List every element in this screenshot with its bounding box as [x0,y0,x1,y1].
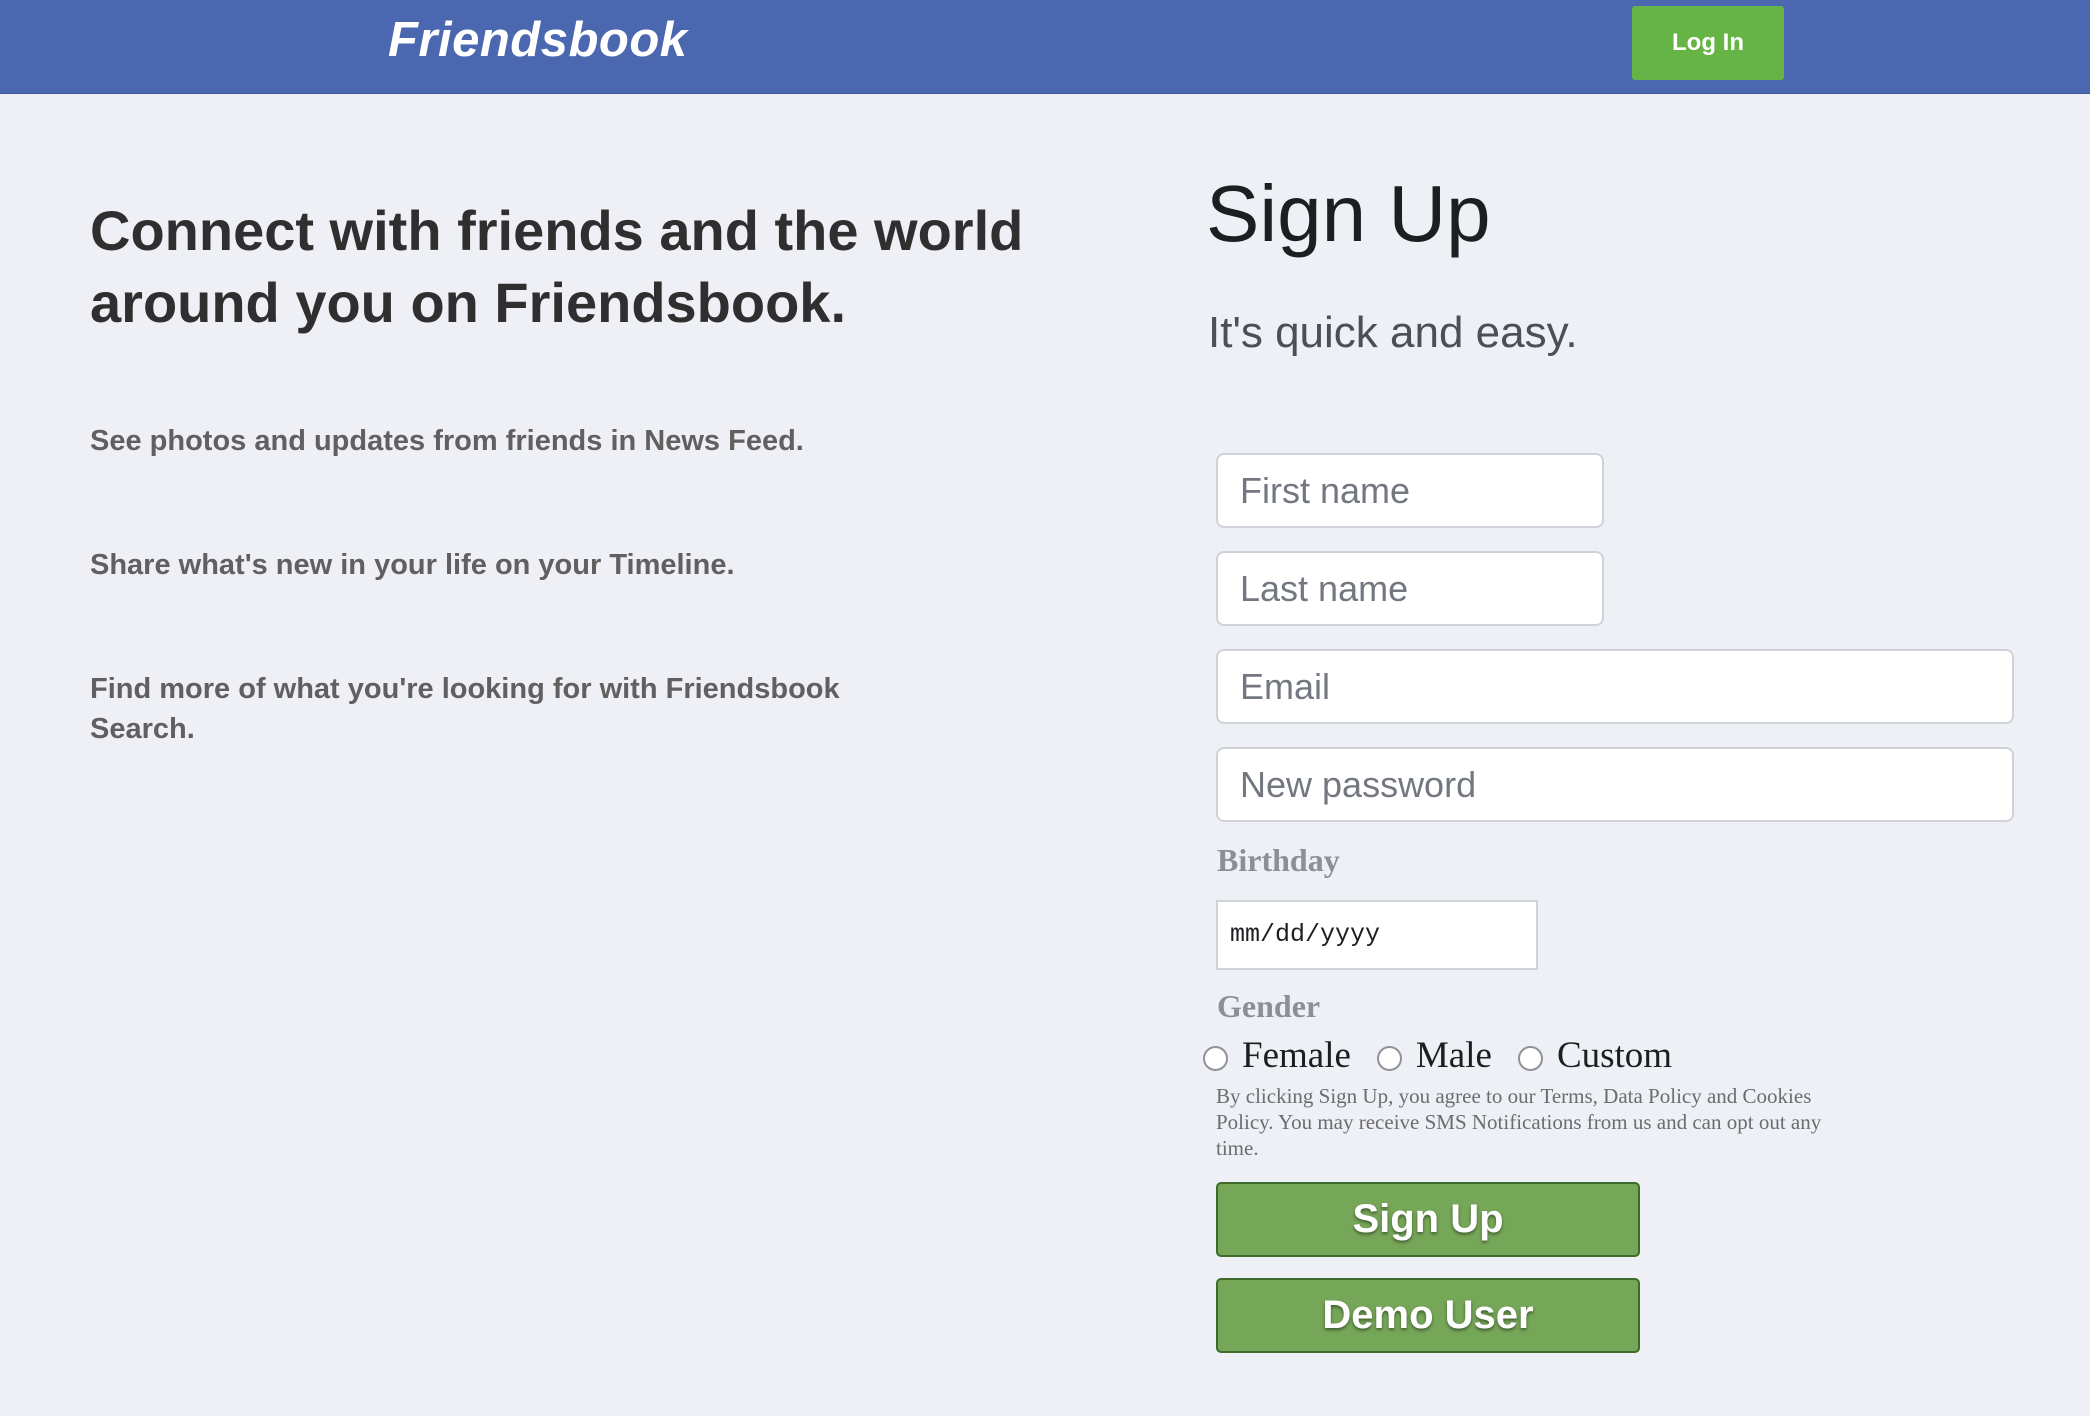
gender-radio-group: Female Male Custom [1203,1030,1698,1080]
last-name-input[interactable] [1216,551,1604,626]
email-input[interactable] [1216,649,2014,724]
new-password-input[interactable] [1216,747,2014,822]
radio-label-female: Female [1242,1034,1351,1076]
radio-custom[interactable] [1517,1045,1543,1071]
birthday-label: Birthday [1217,842,1340,878]
login-button[interactable]: Log In [1632,6,1784,80]
radio-label-custom: Custom [1556,1034,1673,1076]
feature-news-feed: See photos and updates from friends in N… [90,425,804,457]
feature-timeline: Share what's new in your life on your Ti… [90,549,735,581]
gender-option-custom[interactable]: Custom [1517,1034,1673,1077]
signup-button[interactable]: Sign Up [1216,1182,1640,1257]
radio-label-male: Male [1415,1034,1492,1076]
feature-search: Find more of what you're looking for wit… [90,673,840,745]
birthday-date-input[interactable]: mm/dd/yyyy [1216,900,1538,970]
intro-section: Connect with friends and the world aroun… [90,195,1090,745]
gender-label: Gender [1217,988,1321,1024]
intro-headline: Connect with friends and the world aroun… [90,199,1024,334]
demo-user-button[interactable]: Demo User [1216,1278,1640,1353]
top-navbar: Friendsbook Log In [0,0,2090,94]
radio-female[interactable] [1203,1045,1228,1071]
gender-option-female[interactable]: Female [1203,1034,1351,1077]
gender-option-male[interactable]: Male [1376,1034,1492,1077]
signup-subtitle: It's quick and easy. [1208,308,1578,357]
first-name-input[interactable] [1216,453,1604,528]
app-logo[interactable]: Friendsbook [388,12,688,68]
terms-text: By clicking Sign Up, you agree to our Te… [1216,1084,1822,1160]
signup-title: Sign Up [1206,169,1491,258]
radio-male[interactable] [1376,1045,1402,1071]
